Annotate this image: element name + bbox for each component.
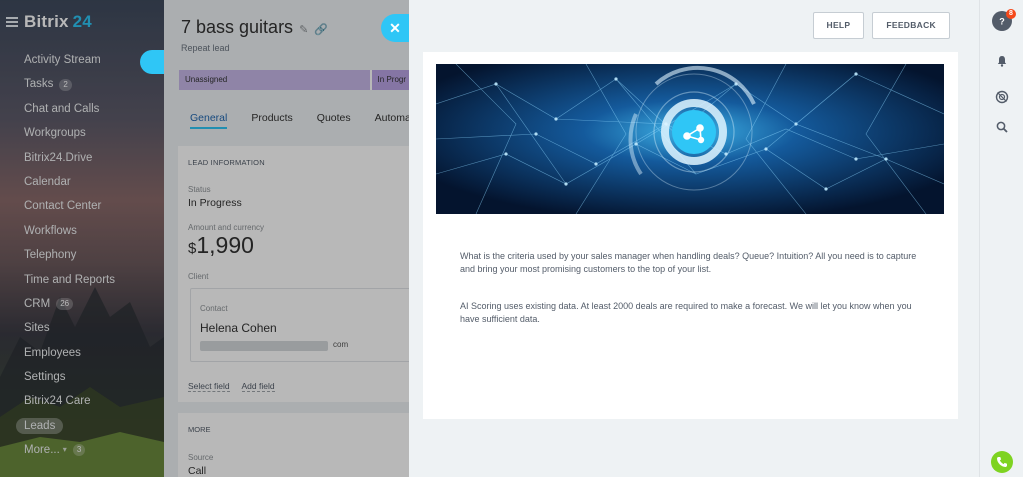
crm-lead-page: 7 bass guitars ✎ 🔗 Repeat lead Unassigned … — [164, 0, 409, 477]
sidebar-item-employees[interactable]: Employees — [0, 341, 164, 365]
more-title: MORE — [188, 425, 211, 434]
sidebar-item-leads[interactable]: Leads — [0, 414, 164, 438]
sidebar-item-bitrix24-drive[interactable]: Bitrix24.Drive — [0, 146, 164, 170]
client-label: Client — [188, 272, 209, 281]
link-icon[interactable]: 🔗 — [314, 24, 328, 36]
lead-information-card: LEAD INFORMATION Status In Progress Amou… — [178, 146, 409, 402]
page-title: 7 bass guitars ✎ 🔗 — [181, 17, 328, 37]
section-title: LEAD INFORMATION — [188, 158, 265, 167]
sidebar-item-label: Telephony — [24, 249, 77, 262]
sidebar-item-label: Leads — [16, 418, 64, 435]
sidebar-item-time-and-reports[interactable]: Time and Reports — [0, 268, 164, 292]
right-toolbar: ? 8 — [979, 0, 1023, 477]
select-field-link[interactable]: Select field — [188, 381, 230, 392]
contact-box[interactable]: Contact Helena Cohen com — [190, 288, 409, 362]
status-value[interactable]: In Progress — [188, 197, 242, 209]
description-paragraph-2: AI Scoring uses existing data. At least … — [460, 301, 912, 324]
sidebar-item-counter: 3 — [72, 444, 86, 457]
sidebar-item-label: Time and Reports — [24, 273, 115, 286]
sidebar-item-label: CRM — [24, 297, 51, 310]
sidebar-item-label: Settings — [24, 371, 66, 384]
network-illustration — [436, 64, 944, 214]
sidebar-item-label: Sites — [24, 322, 50, 335]
close-icon: ✕ — [389, 19, 401, 36]
sidebar-item-bitrix24-care[interactable]: Bitrix24 Care — [0, 389, 164, 413]
sidebar-item-counter: 2 — [59, 78, 72, 91]
more-card: MORE Source Call — [178, 413, 409, 477]
contact-label: Contact — [200, 304, 228, 313]
sidebar-item-workgroups[interactable]: Workgroups — [0, 121, 164, 145]
tab-products[interactable]: Products — [251, 112, 292, 129]
contact-name[interactable]: Helena Cohen — [200, 321, 277, 335]
stage-bar: Unassigned In Progr — [179, 70, 409, 90]
feedback-button[interactable]: FEEDBACK — [872, 12, 950, 39]
add-field-link[interactable]: Add field — [241, 381, 275, 392]
sidebar-item-label: Tasks — [24, 78, 54, 91]
bell-icon[interactable] — [992, 51, 1012, 71]
menu-icon[interactable] — [6, 17, 18, 27]
sidebar-item-label: Bitrix24 Care — [24, 395, 91, 408]
page-subtitle: Repeat lead — [181, 43, 230, 53]
field-links: Select field Add field — [188, 381, 285, 392]
sidebar-item-label: Workgroups — [24, 127, 86, 140]
sidebar-item-label: Workflows — [24, 224, 77, 237]
close-slider-button[interactable]: ✕ — [381, 14, 409, 42]
phone-call-button[interactable] — [991, 451, 1013, 473]
source-value[interactable]: Call — [188, 465, 206, 477]
left-sidebar: Bitrix 24 Activity Stream Tasks 2 Chat and C… — [0, 0, 164, 477]
open-channels-icon[interactable] — [992, 87, 1012, 107]
sidebar-item-settings[interactable]: Settings — [0, 365, 164, 389]
sidebar-item-label: Activity Stream — [24, 54, 101, 66]
help-badge: 8 — [1006, 9, 1016, 19]
svg-text:?: ? — [999, 17, 1005, 27]
tab-quotes[interactable]: Quotes — [317, 112, 351, 129]
sidebar-item-crm[interactable]: CRM 26 — [0, 292, 164, 316]
sidebar-item-sites[interactable]: Sites — [0, 316, 164, 340]
tab-automation[interactable]: Automat — [375, 112, 409, 129]
lead-tabs: General Products Quotes Automat — [190, 112, 409, 129]
sidebar-item-label: Employees — [24, 346, 81, 359]
ai-banner-image — [436, 64, 944, 214]
sidebar-item-more[interactable]: More... ▾ 3 — [0, 438, 164, 462]
chevron-down-icon: ▾ — [62, 445, 67, 455]
description-paragraph-1: What is the criteria used by your sales … — [460, 251, 917, 274]
edit-icon[interactable]: ✎ — [299, 24, 308, 36]
bitrix24-logo[interactable]: Bitrix 24 — [24, 12, 92, 32]
contact-email-suffix: com — [333, 340, 349, 349]
stage-unassigned[interactable]: Unassigned — [179, 70, 370, 90]
sidebar-item-contact-center[interactable]: Contact Center — [0, 194, 164, 218]
sidebar-item-label: Contact Center — [24, 200, 102, 213]
sidebar-item-calendar[interactable]: Calendar — [0, 170, 164, 194]
sidebar-item-workflows[interactable]: Workflows — [0, 219, 164, 243]
amount-label: Amount and currency — [188, 223, 265, 232]
status-label: Status — [188, 185, 211, 194]
source-label: Source — [188, 453, 214, 462]
ai-scoring-slider: HELP FEEDBACK What is the criteria used … — [409, 0, 979, 477]
stage-in-progress[interactable]: In Progr — [369, 70, 409, 90]
logo-row: Bitrix 24 — [6, 12, 92, 32]
help-button[interactable]: HELP — [812, 12, 865, 39]
sidebar-item-label: Bitrix24.Drive — [24, 151, 93, 164]
sidebar-blue-tab[interactable] — [140, 50, 164, 74]
sidebar-menu: Activity Stream Tasks 2 Chat and Calls Workg… — [0, 48, 164, 463]
sidebar-item-chat-and-calls[interactable]: Chat and Calls — [0, 97, 164, 121]
amount-value[interactable]: $1,990 — [188, 232, 254, 259]
sidebar-item-telephony[interactable]: Telephony — [0, 243, 164, 267]
sidebar-item-label: More... — [24, 444, 60, 457]
sidebar-item-label: Calendar — [24, 175, 71, 188]
sidebar-item-counter: 26 — [56, 298, 74, 311]
panel-toolbar: HELP FEEDBACK — [805, 12, 950, 39]
phone-icon — [997, 457, 1007, 467]
search-icon[interactable] — [992, 117, 1012, 137]
contact-email-blurred — [200, 341, 328, 351]
panel-content: What is the criteria used by your sales … — [423, 52, 958, 419]
sidebar-item-tasks[interactable]: Tasks 2 — [0, 72, 164, 96]
sidebar-item-label: Chat and Calls — [24, 102, 100, 115]
tab-general[interactable]: General — [190, 112, 228, 129]
